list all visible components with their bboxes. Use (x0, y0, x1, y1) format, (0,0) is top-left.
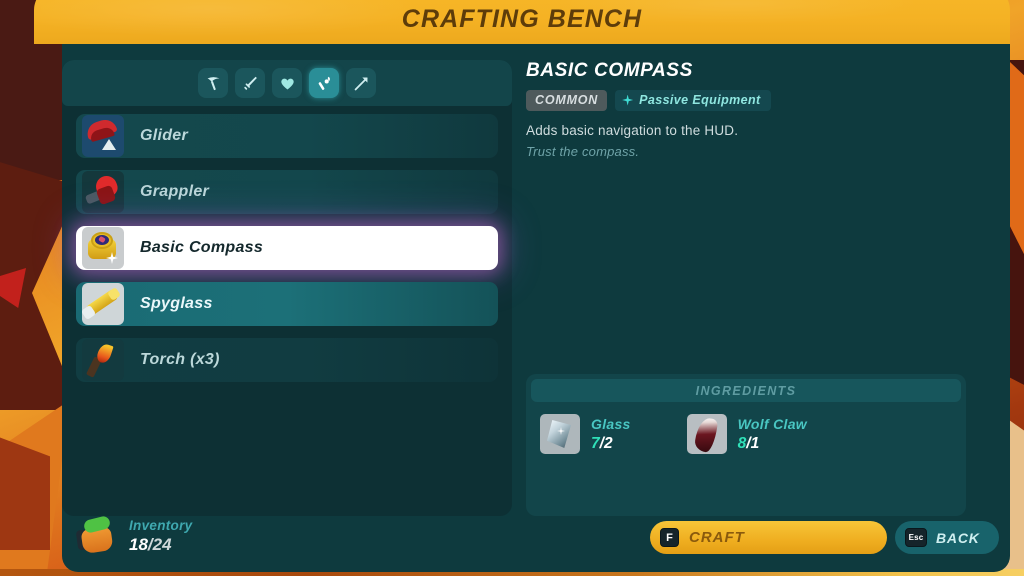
arrow-icon (354, 77, 367, 90)
back-button-label: BACK (936, 529, 980, 546)
category-filter-bar (62, 60, 512, 106)
detail-title: BASIC COMPASS (526, 60, 693, 81)
filter-tab-torch[interactable] (309, 68, 339, 98)
recipe-list: Glider Grappler Basic Compass Spyglass T… (76, 114, 498, 394)
pickaxe-icon (207, 76, 219, 90)
ingredient-have: 8 (737, 434, 747, 452)
heart-icon (280, 78, 294, 89)
detail-flavor-text: Trust the compass. (526, 144, 640, 159)
craft-button[interactable]: F CRAFT (650, 521, 887, 554)
back-keybind-badge: Esc (905, 528, 927, 547)
list-item-label: Basic Compass (140, 239, 264, 256)
backpack-icon (74, 515, 118, 556)
type-badge: Passive Equipment (615, 90, 771, 111)
ingredient-item[interactable]: Glass 7/2 (540, 414, 631, 454)
spyglass-icon (82, 283, 124, 325)
detail-description: Adds basic navigation to the HUD. (526, 123, 739, 138)
inventory-label: Inventory (129, 517, 193, 533)
page-title: CRAFTING BENCH (401, 5, 643, 33)
ingredient-name: Glass (591, 415, 631, 432)
sword-icon (243, 76, 257, 90)
grappler-icon (82, 171, 124, 213)
filter-tab-heart[interactable] (272, 68, 302, 98)
list-item-selected[interactable]: Basic Compass (76, 226, 498, 270)
inventory-max: 24 (152, 534, 172, 554)
list-item[interactable]: Grappler (76, 170, 498, 214)
ingredient-count: 7/2 (591, 435, 631, 453)
ingredients-header: INGREDIENTS (531, 379, 961, 402)
list-item[interactable]: Glider (76, 114, 498, 158)
inventory-current: 18 (129, 534, 148, 554)
inventory-status: Inventory 18/24 (74, 515, 193, 556)
glider-icon (82, 115, 124, 157)
item-detail-panel: BASIC COMPASS COMMON Passive Equipment A… (526, 60, 1000, 516)
sparkle-plus-icon (622, 94, 634, 106)
ingredient-have: 7 (591, 434, 600, 452)
back-button[interactable]: Esc BACK (895, 521, 999, 554)
list-item[interactable]: Spyglass (76, 282, 498, 326)
list-item[interactable]: Torch (x3) (76, 338, 498, 382)
rarity-badge: COMMON (526, 90, 608, 111)
ingredients-header-label: INGREDIENTS (695, 383, 797, 398)
ingredients-panel: INGREDIENTS Glass 7/2 Wolf Claw 8/1 (526, 374, 966, 516)
ingredient-name: Wolf Claw (737, 415, 807, 432)
filter-tab-sword[interactable] (235, 68, 265, 98)
recipe-list-panel: Glider Grappler Basic Compass Spyglass T… (62, 60, 512, 516)
glass-icon (540, 414, 580, 454)
ingredient-need: 2 (603, 434, 613, 452)
list-item-label: Grappler (140, 183, 210, 200)
torch-item-icon (82, 339, 124, 381)
filter-tab-pickaxe[interactable] (198, 68, 228, 98)
crafting-panel: Glider Grappler Basic Compass Spyglass T… (62, 44, 1010, 572)
ingredient-count: 8/1 (738, 435, 807, 453)
ingredient-item[interactable]: Wolf Claw 8/1 (686, 414, 807, 454)
ingredients-list: Glass 7/2 Wolf Claw 8/1 (526, 402, 966, 454)
window-header: CRAFTING BENCH (34, 0, 1010, 44)
inventory-count: 18/24 (129, 535, 192, 555)
craft-keybind-badge: F (660, 528, 679, 547)
filter-tab-arrow[interactable] (346, 68, 376, 98)
list-item-label: Glider (140, 127, 189, 144)
wolf-claw-icon (686, 414, 727, 454)
list-item-label: Torch (x3) (140, 351, 220, 368)
detail-tag-row: COMMON Passive Equipment (526, 90, 1000, 111)
torch-icon (318, 76, 330, 90)
list-item-label: Spyglass (140, 295, 213, 312)
craft-button-label: CRAFT (689, 529, 745, 546)
compass-icon (82, 227, 124, 269)
type-badge-label: Passive Equipment (639, 93, 761, 107)
ingredient-need: 1 (750, 434, 760, 452)
